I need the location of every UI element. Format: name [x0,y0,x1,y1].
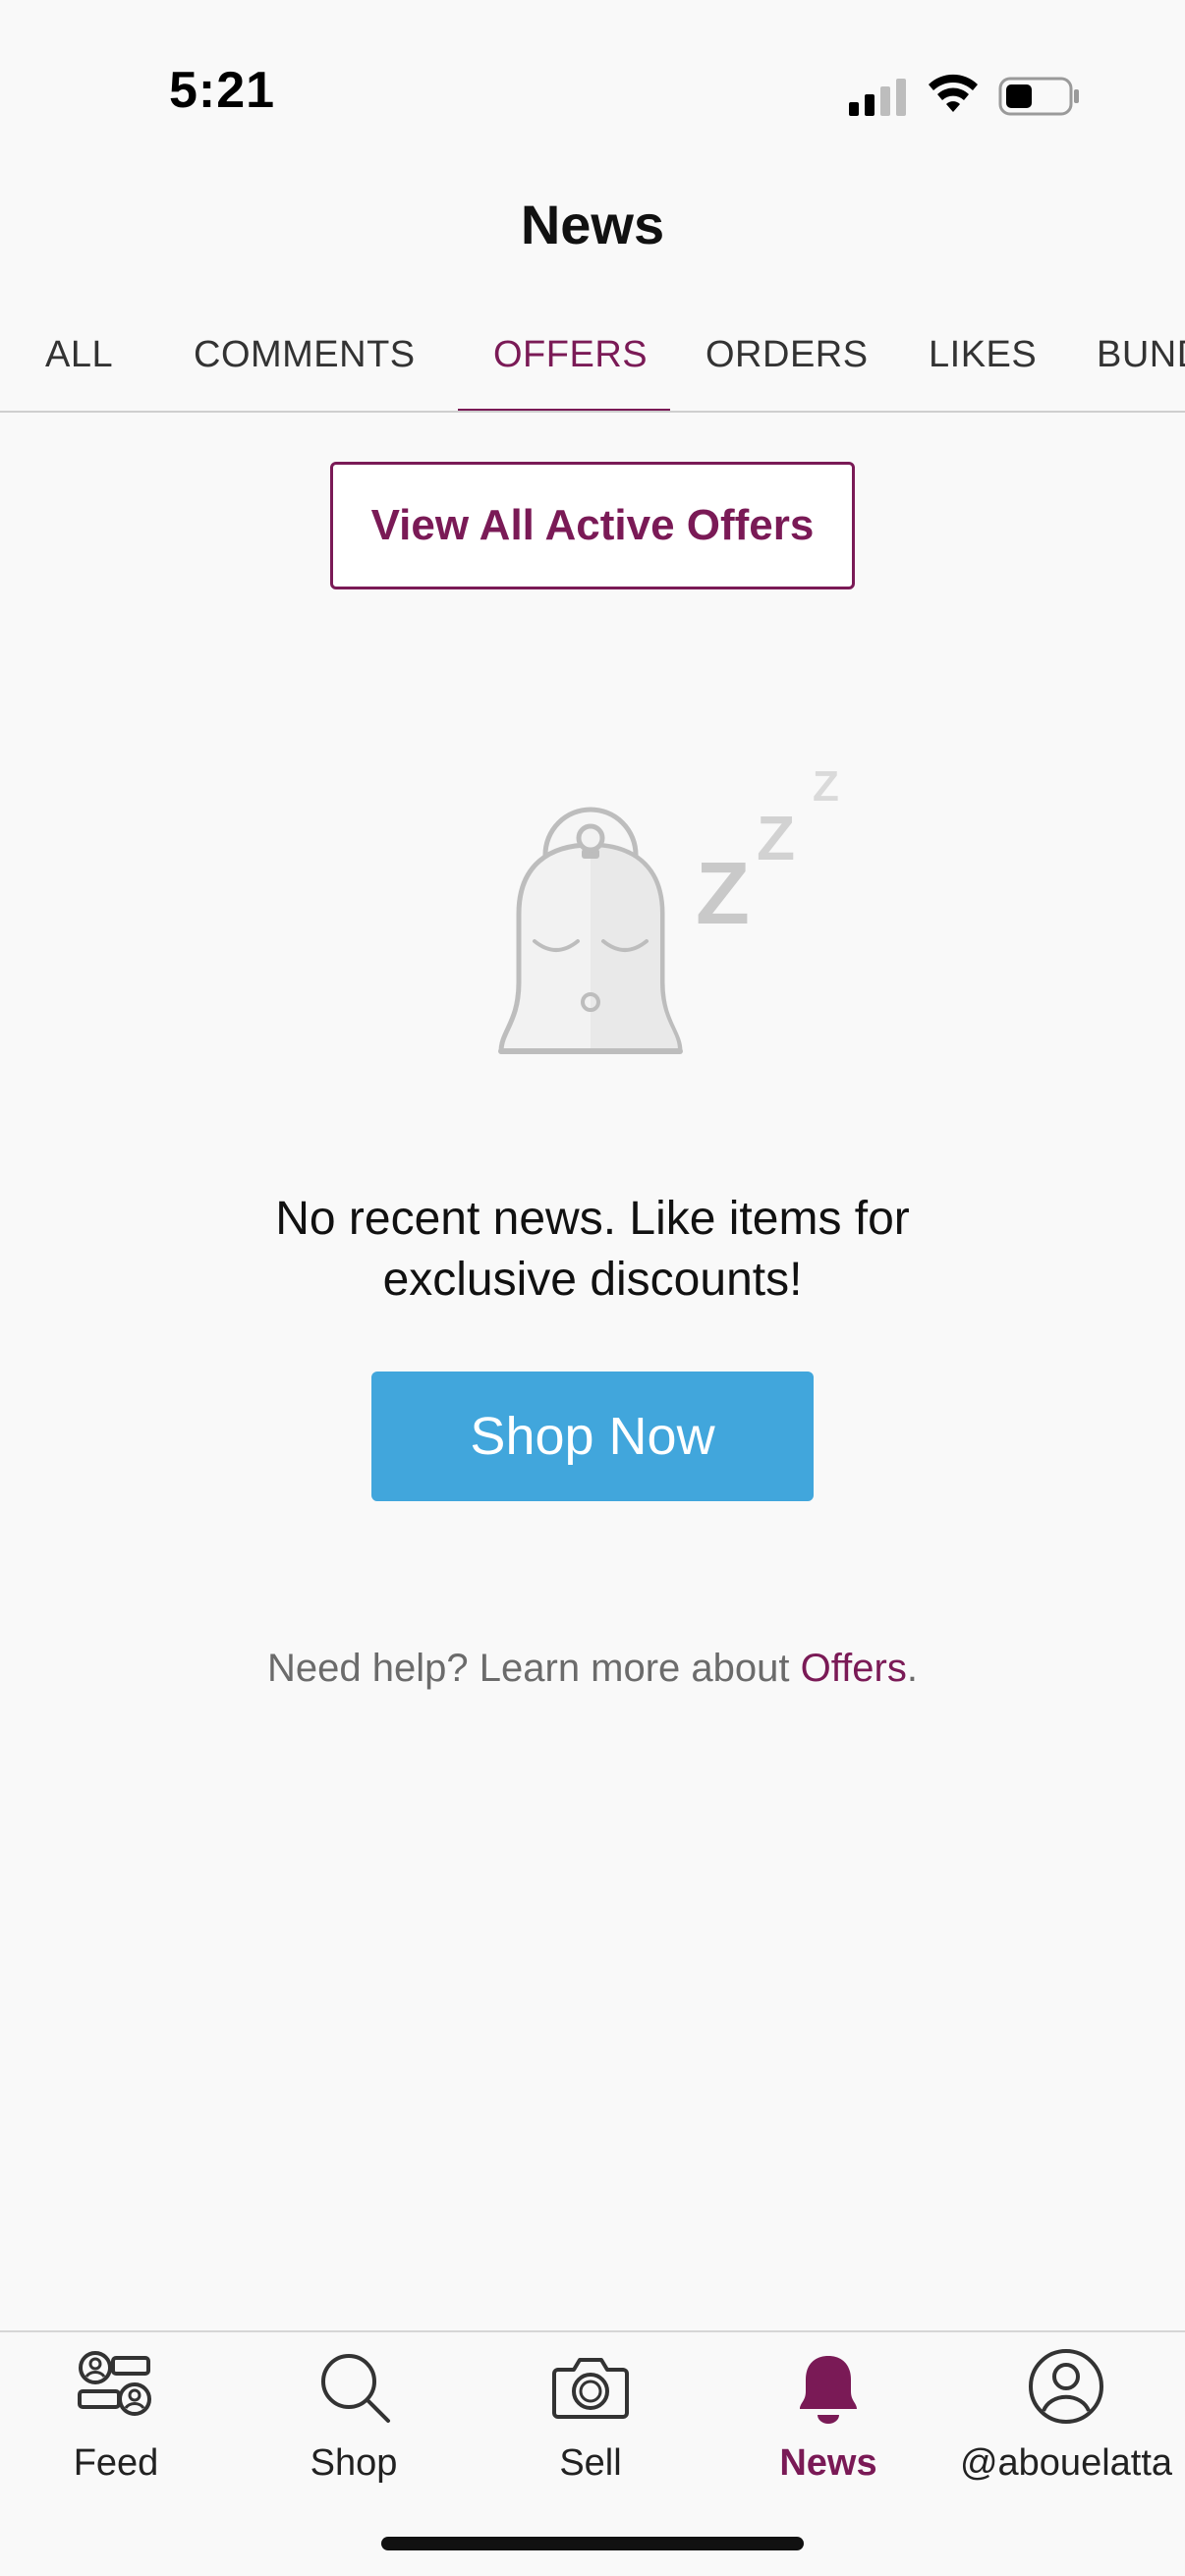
nav-profile[interactable]: @abouelatta [948,2332,1184,2529]
bell-icon [800,2356,857,2424]
nav-label-shop: Shop [310,2442,398,2484]
svg-text:Z: Z [813,762,839,811]
help-text-prefix: Need help? Learn more about [267,1647,801,1690]
camera-icon [552,2358,629,2419]
offers-help-link[interactable]: Offers [801,1647,907,1690]
wifi-icon [929,74,978,112]
empty-state-message: No recent news. Like items for exclusive… [0,1189,1185,1311]
tab-comments[interactable]: COMMENTS [194,334,416,376]
view-all-active-offers-button[interactable]: View All Active Offers [330,462,855,589]
nav-label-feed: Feed [73,2442,159,2484]
feed-icon [78,2351,151,2416]
nav-feed[interactable]: Feed [0,2332,234,2529]
tab-bundles[interactable]: BUNDLES [1097,334,1185,376]
tab-orders[interactable]: ORDERS [705,334,869,376]
home-indicator [381,2537,804,2550]
sleeping-bell-icon: Z Z Z [498,762,839,1054]
active-tab-indicator [458,409,670,411]
page-title: News [520,194,665,255]
nav-shop[interactable]: Shop [236,2332,472,2529]
tab-all[interactable]: ALL [45,334,113,376]
help-text: Need help? Learn more about Offers. [0,1647,1185,1691]
cellular-signal-icon [849,79,906,116]
battery-icon [998,77,1079,116]
nav-label-sell: Sell [559,2442,622,2484]
nav-label-profile: @abouelatta [959,2442,1173,2484]
empty-state-line-2: exclusive discounts! [382,1254,803,1306]
help-text-suffix: . [906,1647,918,1690]
svg-text:Z: Z [696,845,750,943]
status-bar: 5:21 [0,0,1185,147]
nav-news[interactable]: News [710,2332,946,2529]
empty-state-line-1: No recent news. Like items for [275,1193,910,1245]
search-icon [321,2354,390,2423]
nav-sell[interactable]: Sell [473,2332,708,2529]
status-time: 5:21 [169,62,276,119]
tab-bar: ALL COMMENTS OFFERS ORDERS LIKES BUNDLES [0,312,1185,413]
svg-text:Z: Z [757,803,795,873]
profile-icon [1029,2349,1103,2424]
tab-offers[interactable]: OFFERS [493,334,648,376]
tab-likes[interactable]: LIKES [929,334,1037,376]
shop-now-button[interactable]: Shop Now [371,1372,814,1501]
nav-label-news: News [779,2442,877,2484]
